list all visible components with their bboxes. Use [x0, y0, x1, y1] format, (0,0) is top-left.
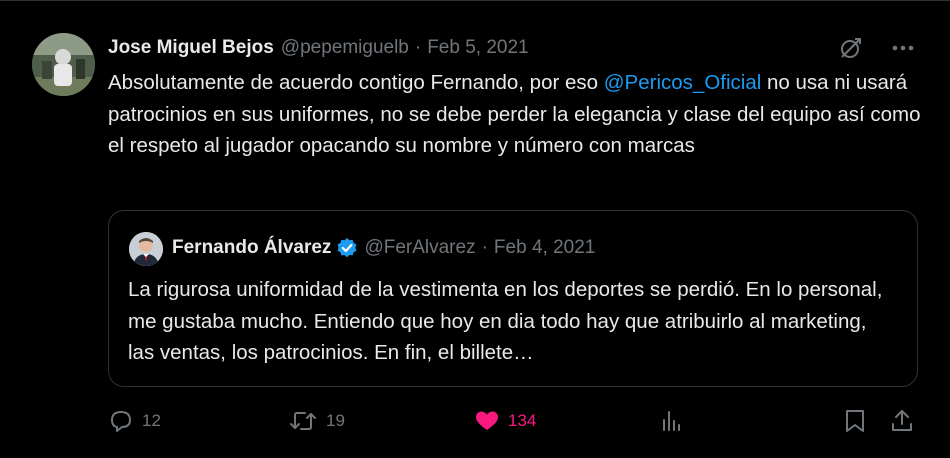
- quoted-author-name[interactable]: Fernando Álvarez: [172, 237, 331, 259]
- reply-icon: [108, 408, 134, 434]
- tweet-header: Jose Miguel Bejos @pepemiguelb · Feb 5, …: [108, 34, 529, 62]
- bookmark-icon: [843, 408, 867, 434]
- more-dots-icon[interactable]: [888, 33, 918, 63]
- reply-count: 12: [142, 411, 161, 430]
- separator-dot: ·: [414, 37, 422, 58]
- bookmark-button[interactable]: [843, 403, 867, 439]
- views-button[interactable]: [659, 403, 685, 439]
- author-name[interactable]: Jose Miguel Bejos: [108, 37, 274, 59]
- quoted-date[interactable]: Feb 4, 2021: [494, 237, 595, 259]
- tweet-top-actions: [836, 33, 918, 63]
- reply-button[interactable]: 12: [108, 403, 161, 439]
- separator-dot: ·: [481, 237, 488, 258]
- like-button[interactable]: 134: [474, 403, 536, 439]
- tweet-card[interactable]: Jose Miguel Bejos @pepemiguelb · Feb 5, …: [0, 0, 950, 458]
- quoted-header: Fernando Álvarez @FerAlvarez · Feb 4, 20…: [172, 234, 595, 262]
- share-button[interactable]: [890, 403, 914, 439]
- quoted-tweet[interactable]: Fernando Álvarez @FerAlvarez · Feb 4, 20…: [108, 210, 918, 387]
- verified-badge-icon: [336, 237, 358, 259]
- share-icon: [890, 408, 914, 434]
- retweet-icon: [288, 408, 318, 434]
- tweet-text: Absolutamente de acuerdo contigo Fernand…: [108, 67, 923, 162]
- views-icon: [659, 408, 685, 434]
- grok-icon[interactable]: [836, 33, 866, 63]
- mention-link[interactable]: @Pericos_Oficial: [604, 71, 762, 94]
- retweet-button[interactable]: 19: [288, 403, 345, 439]
- author-handle[interactable]: @pepemiguelb: [281, 37, 409, 59]
- heart-filled-icon: [474, 408, 500, 434]
- retweet-count: 19: [326, 411, 345, 430]
- tweet-date[interactable]: Feb 5, 2021: [427, 37, 528, 59]
- like-count: 134: [508, 411, 537, 430]
- action-bar: 12 19 134: [108, 403, 920, 439]
- author-avatar[interactable]: [32, 33, 95, 96]
- tweet-text-part: Absolutamente de acuerdo contigo Fernand…: [108, 71, 604, 94]
- quoted-text: La rigurosa uniformidad de la vestimenta…: [128, 278, 883, 364]
- quoted-author-handle[interactable]: @FerAlvarez: [364, 237, 475, 259]
- quoted-author-avatar[interactable]: [129, 232, 163, 266]
